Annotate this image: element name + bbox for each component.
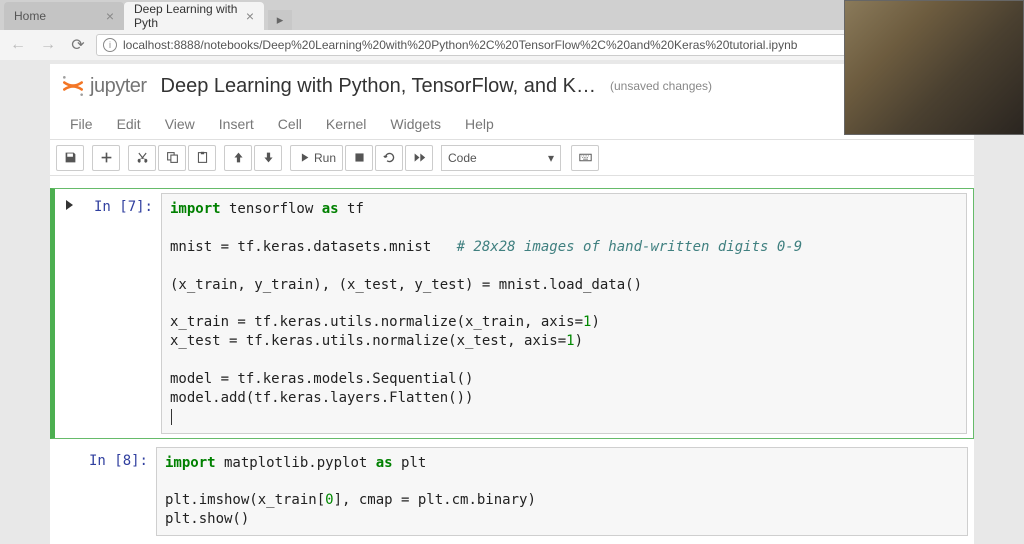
keyboard-icon: [579, 151, 592, 164]
save-icon: [64, 151, 77, 164]
arrow-up-icon: [232, 151, 245, 164]
code-cell[interactable]: In [7]:import tensorflow as tf mnist = t…: [50, 188, 974, 439]
run-cell-marker[interactable]: [56, 447, 70, 537]
jupyter-logo[interactable]: jupyter: [60, 72, 147, 100]
notebook-header: jupyter Deep Learning with Python, Tenso…: [50, 64, 974, 108]
menu-file[interactable]: File: [58, 110, 105, 138]
notebook-cells: In [7]:import tensorflow as tf mnist = t…: [50, 176, 974, 540]
arrow-down-icon: [262, 151, 275, 164]
restart-icon: [383, 151, 396, 164]
menu-help[interactable]: Help: [453, 110, 506, 138]
plus-icon: [100, 151, 113, 164]
cell-prompt: In [7]:: [75, 193, 161, 434]
notebook-container: jupyter Deep Learning with Python, Tenso…: [50, 64, 974, 544]
cell-prompt: In [8]:: [70, 447, 156, 537]
run-label: Run: [314, 151, 336, 165]
copy-button[interactable]: [158, 145, 186, 171]
code-editor[interactable]: import matplotlib.pyplot as plt plt.imsh…: [156, 447, 968, 537]
menu-edit[interactable]: Edit: [105, 110, 153, 138]
menu-widgets[interactable]: Widgets: [378, 110, 453, 138]
run-icon: [297, 151, 310, 164]
forward-button[interactable]: →: [36, 33, 60, 57]
command-palette-button[interactable]: [571, 145, 599, 171]
restart-button[interactable]: [375, 145, 403, 171]
url-text: localhost:8888/notebooks/Deep%20Learning…: [123, 38, 797, 52]
back-button[interactable]: ←: [6, 33, 30, 57]
code-editor[interactable]: import tensorflow as tf mnist = tf.keras…: [161, 193, 967, 434]
chevron-down-icon: ▾: [548, 151, 554, 165]
reload-button[interactable]: ⟳: [66, 33, 90, 57]
fast-forward-icon: [413, 151, 426, 164]
jupyter-logo-text: jupyter: [90, 75, 147, 98]
close-icon[interactable]: ×: [246, 8, 254, 24]
paste-icon: [196, 151, 209, 164]
menu-view[interactable]: View: [153, 110, 207, 138]
menubar: File Edit View Insert Cell Kernel Widget…: [50, 108, 974, 140]
move-up-button[interactable]: [224, 145, 252, 171]
browser-tab-notebook[interactable]: Deep Learning with Pyth ×: [124, 2, 264, 30]
cut-button[interactable]: [128, 145, 156, 171]
info-icon[interactable]: i: [103, 38, 117, 52]
menu-kernel[interactable]: Kernel: [314, 110, 378, 138]
code-cell[interactable]: In [8]:import matplotlib.pyplot as plt p…: [50, 443, 974, 541]
move-down-button[interactable]: [254, 145, 282, 171]
toolbar: Run Code ▾: [50, 140, 974, 176]
tab-title: Home: [14, 9, 46, 23]
run-cell-marker[interactable]: [61, 193, 75, 434]
scissors-icon: [136, 151, 149, 164]
tab-title: Deep Learning with Pyth: [134, 2, 238, 30]
menu-insert[interactable]: Insert: [207, 110, 266, 138]
close-icon[interactable]: ×: [106, 8, 114, 24]
browser-tab-home[interactable]: Home ×: [4, 2, 124, 30]
run-button[interactable]: Run: [290, 145, 343, 171]
save-button[interactable]: [56, 145, 84, 171]
cell-type-value: Code: [448, 151, 477, 165]
restart-run-all-button[interactable]: [405, 145, 433, 171]
add-cell-button[interactable]: [92, 145, 120, 171]
interrupt-button[interactable]: [345, 145, 373, 171]
webcam-overlay: [844, 0, 1024, 135]
paste-button[interactable]: [188, 145, 216, 171]
new-tab-button[interactable]: ▸: [268, 10, 292, 30]
menu-cell[interactable]: Cell: [266, 110, 314, 138]
notebook-title[interactable]: Deep Learning with Python, TensorFlow, a…: [161, 75, 596, 98]
stop-icon: [353, 151, 366, 164]
cell-type-select[interactable]: Code ▾: [441, 145, 561, 171]
save-status: (unsaved changes): [610, 79, 712, 93]
copy-icon: [166, 151, 179, 164]
